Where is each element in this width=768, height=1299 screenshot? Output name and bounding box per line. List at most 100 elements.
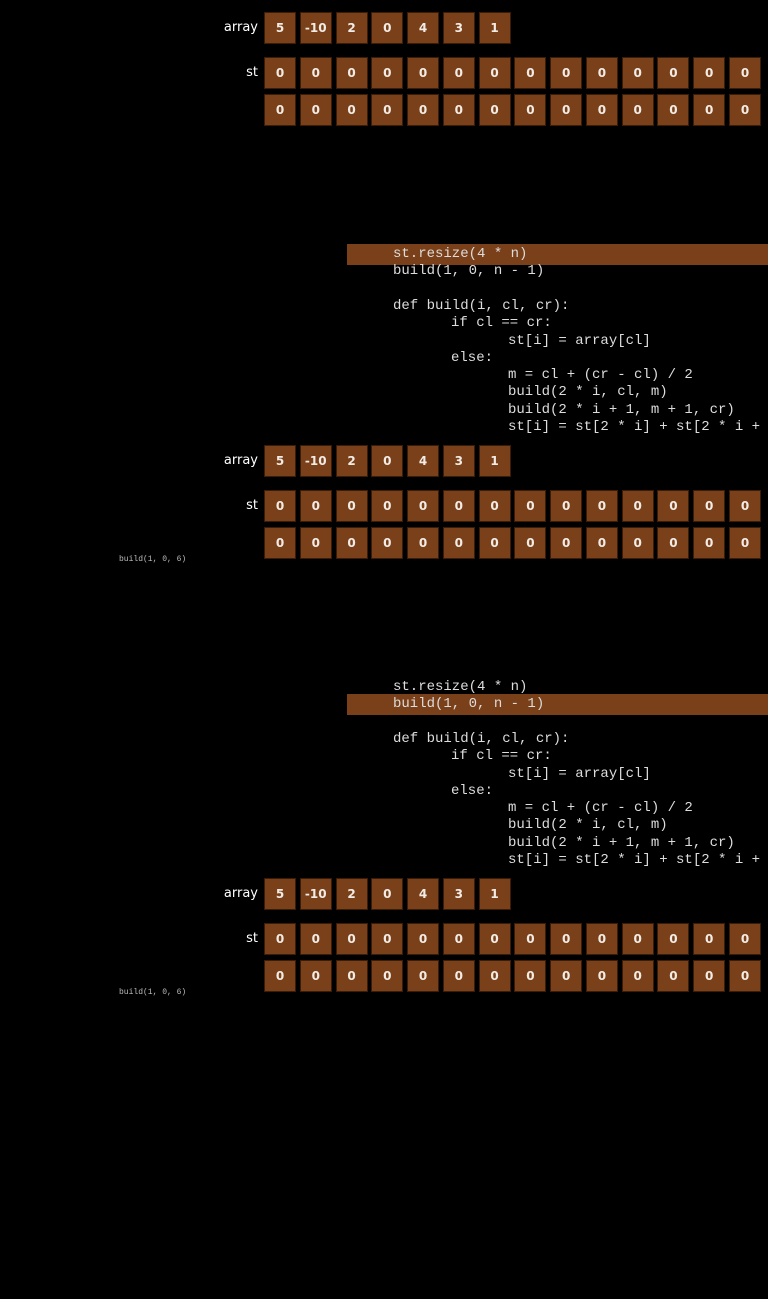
st-cell: 0 (478, 490, 511, 522)
code-line: else: (451, 782, 494, 799)
st-cell: 0 (621, 923, 654, 955)
array-cell: 1 (478, 878, 511, 910)
st-cell: 0 (514, 490, 547, 522)
array-cell: 2 (335, 878, 368, 910)
st-cell: 0 (514, 923, 547, 955)
code-line: st[i] = st[2 * i] + st[2 * i + (508, 852, 761, 868)
st-cell: 0 (657, 960, 690, 992)
array-cell: -10 (299, 12, 332, 44)
array-cell: 3 (442, 12, 475, 44)
st-cell: 0 (264, 527, 296, 559)
array-cell: 5 (264, 12, 296, 44)
code-line: build(2 * i + 1, m + 1, cr) (508, 401, 735, 418)
st-cell: 0 (371, 527, 404, 559)
st-cell: 0 (657, 57, 690, 89)
st-cell: 0 (693, 923, 726, 955)
array-label: array (223, 453, 258, 468)
st-cell: 0 (478, 94, 511, 126)
code-line: st[i] = st[2 * i] + st[2 * i + (508, 419, 761, 435)
st-cell: 0 (729, 94, 761, 126)
st-cell: 0 (442, 960, 475, 992)
st-cell: 0 (407, 490, 440, 522)
st-cell: 0 (621, 57, 654, 89)
step-frame: st.resize(4 * n) build(1, 0, n - 1) def bu… (0, 679, 768, 1299)
array-cell: 0 (371, 12, 404, 44)
st-cell: 0 (550, 923, 583, 955)
array-cell: 4 (407, 878, 440, 910)
st-cell: 0 (299, 960, 332, 992)
array-cell: 0 (371, 878, 404, 910)
code-line: if cl == cr: (451, 315, 552, 332)
array-label: array (223, 20, 258, 35)
st-cell: 0 (299, 57, 332, 89)
st-cell: 0 (442, 94, 475, 126)
array-label: array (223, 886, 258, 901)
array-cell: 1 (478, 12, 511, 44)
st-cell: 0 (299, 923, 332, 955)
st-cell: 0 (550, 960, 583, 992)
array-cell: 4 (407, 12, 440, 44)
code-line: def build(i, cl, cr): (393, 730, 570, 747)
st-cell: 0 (478, 960, 511, 992)
st-cell: 0 (729, 960, 761, 992)
array-cell: -10 (299, 878, 332, 910)
st-cell: 0 (514, 960, 547, 992)
code-line: else: (451, 349, 494, 366)
st-cell: 0 (585, 490, 618, 522)
st-cell: 0 (585, 923, 618, 955)
st-cell: 0 (335, 490, 368, 522)
st-cell: 0 (550, 94, 583, 126)
array-cell: 3 (442, 445, 475, 477)
array-cell: 3 (442, 878, 475, 910)
st-cell: 0 (693, 57, 726, 89)
array-cell: 5 (264, 445, 296, 477)
st-cell: 0 (335, 960, 368, 992)
st-cell: 0 (729, 490, 761, 522)
st-cell: 0 (478, 527, 511, 559)
code-line: st[i] = array[cl] (508, 332, 651, 349)
array-cell: 2 (335, 445, 368, 477)
st-cell: 0 (264, 94, 296, 126)
st-cell: 0 (335, 923, 368, 955)
st-cell: 0 (621, 490, 654, 522)
st-cell: 0 (514, 94, 547, 126)
st-cell: 0 (299, 527, 332, 559)
st-label: st (246, 65, 258, 80)
st-label: st (246, 498, 258, 513)
st-cell: 0 (621, 960, 654, 992)
st-cell: 0 (693, 490, 726, 522)
st-cell: 0 (264, 923, 296, 955)
code-line: st.resize(4 * n) (393, 246, 528, 262)
st-cell: 0 (407, 57, 440, 89)
code-line: build(2 * i, cl, m) (508, 817, 668, 834)
st-cell: 0 (442, 490, 475, 522)
st-cell: 0 (371, 57, 404, 89)
st-cell: 0 (657, 490, 690, 522)
st-label: st (246, 931, 258, 946)
code-line: st[i] = array[cl] (508, 765, 651, 782)
st-cell: 0 (514, 57, 547, 89)
st-cell: 0 (550, 527, 583, 559)
st-cell: 0 (621, 94, 654, 126)
st-cell: 0 (621, 527, 654, 559)
st-cell: 0 (371, 960, 404, 992)
st-cell: 0 (478, 923, 511, 955)
st-cell: 0 (550, 490, 583, 522)
code-line: if cl == cr: (451, 748, 552, 765)
st-cell: 0 (657, 527, 690, 559)
call-label: build(1, 0, 6) (119, 555, 187, 564)
st-cell: 0 (729, 923, 761, 955)
st-cell: 0 (371, 94, 404, 126)
st-cell: 0 (693, 94, 726, 126)
st-cell: 0 (478, 57, 511, 89)
st-cell: 0 (407, 527, 440, 559)
st-cell: 0 (442, 923, 475, 955)
st-cell: 0 (407, 923, 440, 955)
call-label: build(1, 0, 6) (119, 988, 187, 997)
st-cell: 0 (335, 94, 368, 126)
st-cell: 0 (693, 527, 726, 559)
st-cell: 0 (657, 923, 690, 955)
st-cell: 0 (264, 960, 296, 992)
st-cell: 0 (264, 57, 296, 89)
st-cell: 0 (693, 960, 726, 992)
